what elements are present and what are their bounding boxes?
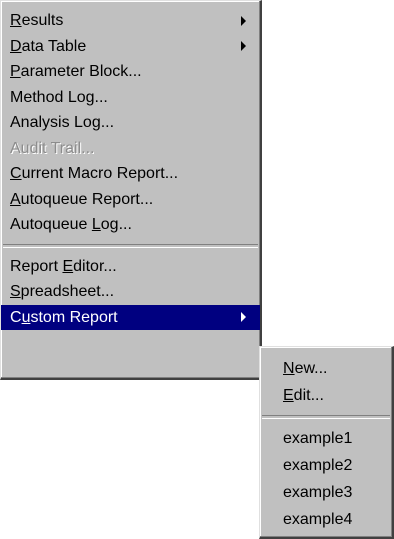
menu-item-data-table[interactable]: Data Table xyxy=(1,34,260,60)
menu-item-label: Parameter Block... xyxy=(10,63,142,80)
menu-item-label: Edit... xyxy=(283,387,324,404)
submenu-item-example4[interactable]: example4 xyxy=(260,506,392,533)
menu-item-spreadsheet[interactable]: Spreadsheet... xyxy=(1,279,260,305)
menu-item-report-editor[interactable]: Report Editor... xyxy=(1,254,260,280)
menu-item-label: Analysis Log... xyxy=(10,114,115,131)
submenu-arrow-icon xyxy=(241,41,246,52)
menu-item-custom-report[interactable]: Custom Report xyxy=(1,304,260,330)
menu-item-label: New... xyxy=(283,360,328,377)
menu-item-autoqueue-log[interactable]: Autoqueue Log... xyxy=(1,212,260,238)
submenu-item-example2[interactable]: example2 xyxy=(260,452,392,479)
submenu-item-new[interactable]: New... xyxy=(260,355,392,382)
context-menu: Results Data Table Parameter Block... Me… xyxy=(0,0,262,380)
menu-item-label: Custom Report xyxy=(10,308,118,326)
submenu-item-example3[interactable]: example3 xyxy=(260,479,392,506)
menu-item-method-log[interactable]: Method Log... xyxy=(1,85,260,111)
menu-item-label: Autoqueue Report... xyxy=(10,190,154,208)
menu-item-audit-trail: Audit Trail... xyxy=(1,136,260,162)
menu-item-label: Method Log... xyxy=(10,88,108,106)
submenu-arrow-icon xyxy=(241,312,246,323)
menu-item-label: Autoqueue Log... xyxy=(10,216,132,233)
menu-item-label: example2 xyxy=(283,457,353,474)
submenu-item-edit[interactable]: Edit... xyxy=(260,382,392,409)
menu-item-label: Current Macro Report... xyxy=(10,165,179,182)
menu-item-label: example4 xyxy=(283,511,353,528)
menu-item-current-macro-report[interactable]: Current Macro Report... xyxy=(1,161,260,187)
submenu-item-example1[interactable]: example1 xyxy=(260,425,392,452)
menu-item-results[interactable]: Results xyxy=(1,8,260,34)
menu-item-parameter-block[interactable]: Parameter Block... xyxy=(1,59,260,85)
menu-item-label: Data Table xyxy=(10,37,87,55)
menu-item-analysis-log[interactable]: Analysis Log... xyxy=(1,110,260,136)
custom-report-submenu: New... Edit... example1 example2 example… xyxy=(259,346,394,539)
menu-item-label: Spreadsheet... xyxy=(10,283,115,300)
menu-item-label: example1 xyxy=(283,430,353,447)
menu-item-label: Results xyxy=(10,12,64,29)
menu-separator xyxy=(3,243,258,248)
menu-item-label: Audit Trail... xyxy=(10,139,95,157)
menu-item-autoqueue-report[interactable]: Autoqueue Report... xyxy=(1,187,260,213)
menu-separator xyxy=(262,415,390,419)
menu-item-label: Report Editor... xyxy=(10,257,117,275)
submenu-arrow-icon xyxy=(241,15,246,26)
menu-item-label: example3 xyxy=(283,484,353,501)
